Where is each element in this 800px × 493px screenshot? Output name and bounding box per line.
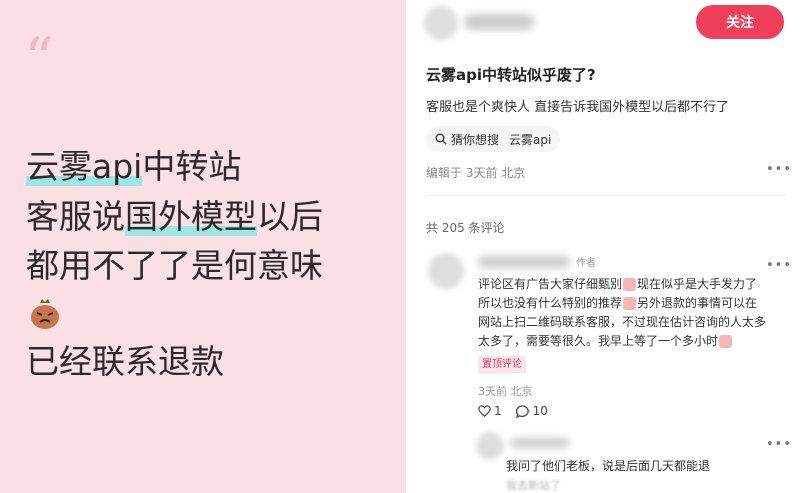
comment-line-2: 所以也没有什么特别的推荐 另外退款的事情可以在 [478,294,796,313]
reply-text: 我问了他们老板，说是后面几天都能退 [506,459,711,473]
author-tag: 作者 [576,258,596,269]
cover-line-2-b: 以后 [257,197,323,236]
comment-line-2-b: 另外退款的事情可以在 [637,296,758,310]
quote-mark: “ [24,25,54,93]
reply-more-icon[interactable]: ••• [766,437,792,452]
comment-actions: 1 10 [478,404,548,418]
search-chip-term: 云雾api [509,132,552,147]
cover-line-5: 已经联系退款 [26,342,224,381]
post-detail-panel: 关注 云雾api中转站似乎废了? 客服也是个爽快人 直接告诉我国外模型以后都不行… [406,0,800,493]
post-more-icon[interactable]: ••• [766,162,792,177]
reply-avatar[interactable] [476,432,504,460]
comment-line-1-b: 现在似乎是大手发力了 [637,277,758,291]
cover-line-3: 都用不了了是何意味 [26,246,323,285]
follow-button[interactable]: 关注 [696,5,784,39]
comment-line-4: 太多了，需要等很久。我早上等了一个多小时 [478,332,796,351]
comment-line-1: 评论区有广告大家仔细甄别 现在似乎是大手发力了 [478,275,796,294]
reply-count: 10 [532,404,548,418]
cover-line-1: 云雾api中转站 [26,147,242,186]
comment-text: 评论区有广告大家仔细甄别 现在似乎是大手发力了 所以也没有什么特别的推荐 另外退款的… [478,275,796,351]
pinned-comment-badge: 置顶评论 [478,356,526,373]
reply-name-blurred[interactable] [510,438,570,448]
comment-more-icon[interactable]: ••• [766,258,792,273]
cover-line-2-a: 客服说 [26,197,125,236]
heart-icon [478,404,491,417]
emoji-icon [623,278,637,291]
author-name-blurred[interactable] [464,14,534,30]
post-body: 客服也是个爽快人 直接告诉我国外模型以后都不行了 [426,100,730,115]
cover-line-2: 客服说国外模型以后 [26,197,323,236]
author-avatar[interactable] [424,6,458,40]
like-action[interactable]: 1 [478,404,502,418]
comment-time-location: 3天前 北京 [478,385,533,398]
commenter-avatar[interactable] [428,253,464,289]
like-count: 1 [494,404,502,418]
cover-image-panel: “ 云雾api中转站 客服说国外模型以后 都用不了了是何意味 已经联系退款 [0,0,406,493]
cover-line-2-highlight: 国外模型 [125,197,257,236]
cover-line-1-rest: 中转站 [142,147,242,186]
comment-line-1-a: 评论区有广告大家仔细甄别 [478,277,623,291]
cover-line-1-highlight: 云雾api [26,147,143,186]
divider [426,195,786,196]
comment-bubble-icon [515,404,529,418]
reply-action[interactable]: 10 [515,404,548,418]
suggested-search-chip[interactable]: 猜你想搜 云雾api [426,126,561,152]
bag-face-emoji-icon [31,299,59,329]
commenter-name-blurred[interactable] [478,256,570,268]
comment-line-4-a: 太多了，需要等很久。我早上等了一个多小时 [478,334,719,348]
search-chip-label: 猜你想搜 [451,132,500,147]
search-icon [435,133,447,145]
reply-faded-text: 我去新站了 [506,479,561,492]
post-meta: 编辑于 3天前 北京 [426,166,526,180]
emoji-icon [719,335,733,348]
emoji-icon [623,297,637,310]
post-title: 云雾api中转站似乎废了? [426,66,596,84]
comment-count: 共 205 条评论 [426,221,505,235]
comment-line-2-a: 所以也没有什么特别的推荐 [478,296,623,310]
comment-line-3: 网站上扫二维码联系客服，不过现在估计咨询的人太多 [478,315,767,329]
